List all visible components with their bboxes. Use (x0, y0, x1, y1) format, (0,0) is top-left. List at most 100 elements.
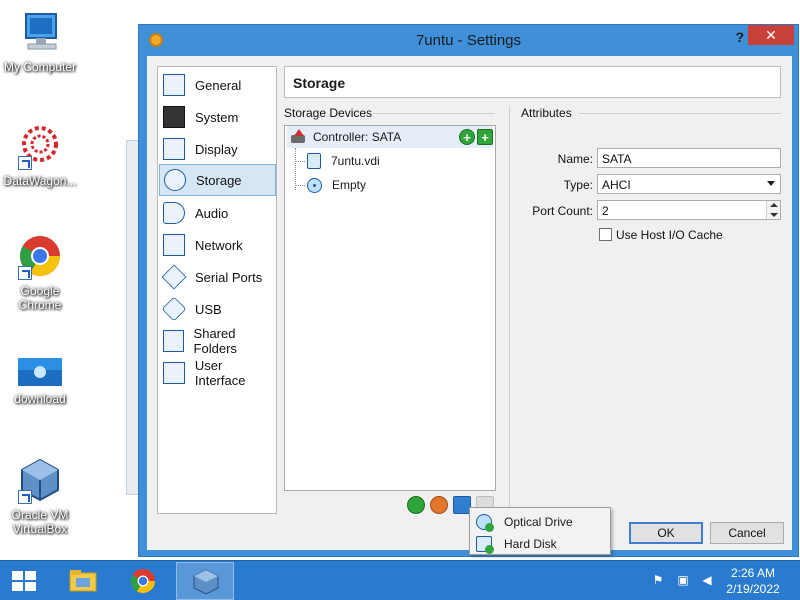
tree-item-disk[interactable]: 7untu.vdi (307, 150, 380, 172)
divider (579, 113, 781, 114)
chip-icon (163, 106, 185, 128)
taskbar: ⚑ ▣ ◀ 2:26 AM 2/19/2022 (0, 560, 800, 600)
storage-tree[interactable]: Controller: SATA + + 7untu.vdi Empty (284, 125, 496, 491)
usb-icon (161, 296, 187, 322)
desktop-icon-label: My Computer (3, 60, 77, 74)
host-io-cache-label[interactable]: Use Host I/O Cache (616, 228, 723, 242)
datawagon-icon (16, 122, 64, 170)
folder-icon (69, 570, 97, 592)
desktop-icon-datawagon[interactable]: DataWagon... (2, 122, 78, 188)
window-icon (163, 362, 185, 384)
desktop-icon-virtualbox[interactable]: Oracle VM VirtualBox (2, 456, 78, 536)
add-attachment-menu: Optical Drive Hard Disk (469, 507, 611, 555)
chevron-down-icon (767, 181, 775, 186)
hard-disk-icon (307, 153, 321, 169)
taskbar-virtualbox[interactable] (176, 562, 234, 600)
shortcut-arrow-icon (18, 266, 32, 280)
menu-item-optical-drive[interactable]: Optical Drive (472, 511, 608, 532)
name-field[interactable]: SATA (597, 148, 781, 168)
hard-disk-add-icon (476, 535, 494, 554)
divider (373, 113, 495, 114)
nav-item-label: General (195, 77, 242, 93)
storage-devices-label: Storage Devices (284, 106, 373, 120)
computer-icon (16, 8, 64, 56)
nav-item-display[interactable]: Display (159, 133, 276, 165)
network-status-icon[interactable]: ▣ (675, 573, 691, 589)
remove-controller-icon[interactable] (430, 496, 448, 514)
desktop-icon-my-computer[interactable]: My Computer (2, 8, 78, 74)
divider (509, 106, 510, 546)
nav-item-system[interactable]: System (159, 101, 276, 133)
controller-label: Controller: SATA (313, 130, 402, 144)
system-clock[interactable]: 2:26 AM 2/19/2022 (718, 565, 788, 597)
storage-disc-icon (164, 169, 186, 191)
tree-controller-sata[interactable]: Controller: SATA + + (287, 126, 493, 148)
nav-item-network[interactable]: Network (159, 229, 276, 261)
tree-connector (295, 148, 296, 190)
general-icon (163, 74, 185, 96)
ok-button[interactable]: OK (629, 522, 703, 544)
optical-drive-add-icon (476, 513, 494, 532)
nav-item-user-interface[interactable]: User Interface (159, 357, 276, 389)
chrome-icon (16, 232, 64, 280)
page-title: Storage (284, 66, 781, 98)
tree-item-label: Empty (332, 178, 367, 192)
spin-arrows-icon[interactable] (766, 201, 780, 219)
chrome-icon (130, 569, 155, 594)
host-io-cache-checkbox[interactable] (599, 228, 612, 241)
title-bar[interactable]: 7untu - Settings ? ✕ (139, 25, 798, 55)
window-title: 7untu - Settings (415, 32, 522, 49)
desktop-icon-download[interactable]: download (2, 356, 78, 406)
taskbar-file-explorer[interactable] (54, 562, 112, 600)
nav-item-serial-ports[interactable]: Serial Ports (159, 261, 276, 293)
menu-item-label: Hard Disk (504, 536, 557, 551)
nav-item-label: User Interface (194, 358, 246, 388)
nav-item-audio[interactable]: Audio (159, 197, 276, 229)
nav-item-label: Storage (196, 172, 242, 188)
add-controller-icon[interactable] (407, 496, 425, 514)
start-button[interactable] (0, 561, 48, 600)
close-button[interactable]: ✕ (748, 25, 794, 45)
shortcut-arrow-icon (18, 490, 32, 504)
desktop-icon-label: Oracle VM VirtualBox (11, 508, 69, 536)
speaker-icon (163, 202, 185, 224)
desktop-icon-label: Google Chrome (18, 284, 62, 312)
port-count-value: 2 (602, 204, 609, 218)
add-hard-disk-icon[interactable]: + (477, 129, 493, 145)
port-count-spinbox[interactable]: 2 (597, 200, 781, 220)
settings-dialog: 7untu - Settings ? ✕ General System Disp… (138, 24, 799, 557)
volume-muted-icon[interactable]: ◀ (699, 573, 715, 589)
folder-icon (163, 330, 184, 352)
optical-disc-icon (307, 177, 322, 193)
nav-item-usb[interactable]: USB (159, 293, 276, 325)
name-label: Name: (557, 152, 593, 166)
dialog-client-area: General System Display Storage Audio Net… (147, 56, 792, 550)
menu-item-hard-disk[interactable]: Hard Disk (472, 533, 608, 554)
tree-connector (295, 161, 305, 162)
nav-item-general[interactable]: General (159, 69, 276, 101)
taskbar-chrome[interactable] (114, 562, 172, 600)
desktop-icon-label: download (14, 392, 66, 406)
desktop-icon-google-chrome[interactable]: Google Chrome (2, 232, 78, 312)
nav-item-shared-folders[interactable]: Shared Folders (159, 325, 276, 357)
action-center-flag-icon[interactable]: ⚑ (650, 573, 666, 589)
attributes-label: Attributes (521, 106, 572, 120)
desktop-icon-label: DataWagon... (3, 174, 77, 188)
tree-item-optical[interactable]: Empty (307, 174, 366, 196)
shortcut-arrow-icon (18, 156, 32, 170)
clock-date: 2/19/2022 (726, 582, 780, 596)
cancel-button[interactable]: Cancel (710, 522, 784, 544)
nav-item-label: Network (195, 237, 243, 253)
network-icon (163, 234, 185, 256)
tree-item-label: 7untu.vdi (331, 154, 380, 168)
virtualbox-icon (193, 569, 219, 595)
nav-item-storage[interactable]: Storage (159, 164, 276, 196)
nav-item-label: Serial Ports (195, 269, 263, 285)
add-optical-drive-icon[interactable]: + (459, 129, 475, 145)
tree-connector (295, 185, 305, 186)
serial-port-icon (161, 264, 187, 290)
help-button[interactable]: ? (735, 29, 744, 45)
type-select[interactable]: AHCI (597, 174, 781, 194)
monitor-icon (163, 138, 185, 160)
controller-icon (291, 129, 307, 145)
